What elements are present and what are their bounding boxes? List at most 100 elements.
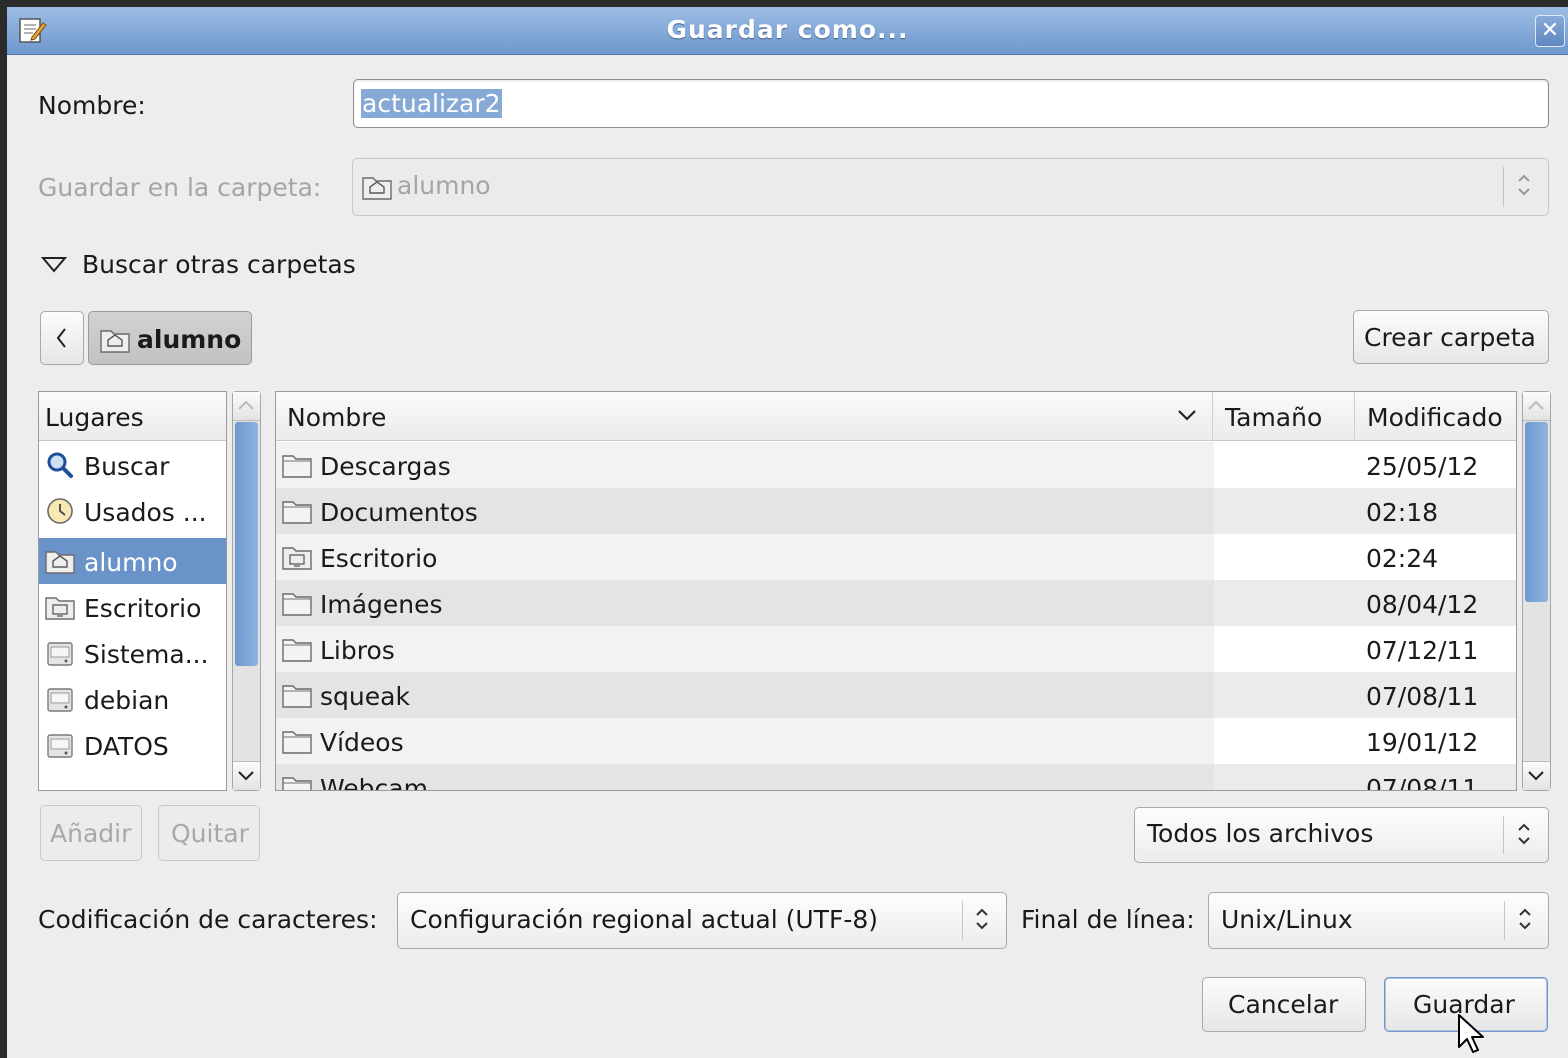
file-name: Documentos [320, 498, 478, 527]
line-ending-label: Final de línea: [1021, 905, 1195, 934]
home-folder-icon [361, 172, 393, 202]
remove-place-button[interactable]: Quitar [158, 805, 260, 861]
filename-input[interactable]: actualizar2 [353, 79, 1549, 128]
file-row[interactable]: Libros 07/12/11 [276, 626, 1516, 672]
places-panel: Lugares Buscar Usados ... alumno Escritorio… [38, 391, 227, 791]
scroll-up-button[interactable] [233, 392, 260, 421]
places-item[interactable]: alumno [39, 538, 226, 584]
desktop-folder-icon [281, 542, 313, 572]
file-modified: 25/05/12 [1366, 452, 1479, 481]
window-title: Guardar como... [666, 15, 909, 44]
close-icon: ✕ [1540, 18, 1560, 43]
chevron-down-icon [238, 771, 254, 781]
title-bar[interactable]: Guardar como... ✕ [7, 7, 1568, 55]
file-row[interactable]: Imágenes 08/04/12 [276, 580, 1516, 626]
line-ending-combo[interactable]: Unix/Linux [1208, 892, 1549, 949]
chevron-up-icon [1528, 400, 1544, 410]
folder-icon [281, 726, 313, 756]
column-header-size[interactable]: Tamaño [1213, 392, 1355, 440]
cancel-button[interactable]: Cancelar [1202, 977, 1366, 1032]
file-row[interactable]: Webcam 07/08/11 [276, 764, 1516, 791]
expander-toggle[interactable] [40, 253, 70, 275]
file-name: Webcam [320, 774, 428, 791]
file-row[interactable]: Vídeos 19/01/12 [276, 718, 1516, 764]
file-modified: 07/08/11 [1366, 774, 1479, 791]
updown-arrows-icon [1514, 170, 1534, 200]
file-modified: 02:24 [1366, 544, 1439, 573]
places-scrollbar[interactable] [232, 391, 261, 791]
file-row[interactable]: Escritorio 02:24 [276, 534, 1516, 580]
file-name: squeak [320, 682, 410, 711]
folder-icon [281, 588, 313, 618]
file-filter-value: Todos los archivos [1147, 819, 1374, 848]
filename-value: actualizar2 [361, 89, 502, 118]
places-item[interactable]: Buscar [39, 442, 226, 488]
save-as-dialog: Guardar como... ✕ Nombre: actualizar2 Gu… [7, 7, 1568, 1058]
folder-icon [281, 496, 313, 526]
search-icon [44, 450, 76, 480]
desktop-folder-icon [44, 592, 76, 622]
file-scroll-up-button[interactable] [1523, 392, 1550, 421]
places-item-label: Escritorio [84, 594, 202, 623]
drive-icon [44, 684, 76, 714]
places-item-label: debian [84, 686, 170, 715]
places-item-label: alumno [84, 548, 178, 577]
file-filter-combo[interactable]: Todos los archivos [1134, 807, 1549, 863]
updown-arrows-icon [1514, 819, 1534, 849]
scroll-down-button[interactable] [233, 761, 260, 790]
folder-icon [281, 450, 313, 480]
file-row[interactable]: Documentos 02:18 [276, 488, 1516, 534]
file-row[interactable]: squeak 07/08/11 [276, 672, 1516, 718]
folder-icon [281, 634, 313, 664]
places-item[interactable]: Usados ... [39, 488, 226, 534]
places-item[interactable]: DATOS [39, 722, 226, 768]
path-back-button[interactable] [40, 311, 84, 365]
file-modified: 08/04/12 [1366, 590, 1479, 619]
home-folder-icon [44, 546, 76, 576]
chevron-left-icon [56, 328, 66, 348]
sort-descending-icon [1178, 410, 1196, 421]
column-header-name[interactable]: Nombre [276, 392, 1213, 440]
close-button[interactable]: ✕ [1535, 15, 1565, 47]
file-modified: 07/08/11 [1366, 682, 1479, 711]
column-header-modified[interactable]: Modificado [1355, 392, 1516, 440]
folder-icon [281, 680, 313, 710]
places-item-label: Usados ... [84, 498, 207, 527]
file-name: Descargas [320, 452, 451, 481]
drive-icon [44, 638, 76, 668]
drive-icon [44, 730, 76, 760]
file-scroll-down-button[interactable] [1523, 761, 1550, 790]
file-list-scrollbar[interactable] [1522, 391, 1551, 791]
line-ending-value: Unix/Linux [1221, 905, 1353, 934]
places-scroll-thumb[interactable] [235, 422, 258, 666]
places-item[interactable]: debian [39, 676, 226, 722]
file-modified: 19/01/12 [1366, 728, 1479, 757]
name-label: Nombre: [38, 91, 146, 120]
updown-arrows-icon [972, 904, 992, 934]
places-item-label: DATOS [84, 732, 169, 761]
chevron-down-icon [1528, 771, 1544, 781]
create-folder-button[interactable]: Crear carpeta [1353, 310, 1549, 364]
recent-icon [44, 496, 76, 526]
path-button-alumno[interactable]: alumno [88, 311, 252, 365]
file-name: Escritorio [320, 544, 438, 573]
file-row[interactable]: Descargas 25/05/12 [276, 442, 1516, 488]
file-list-panel: Nombre Tamaño Modificado Descargas 25/05/… [275, 391, 1517, 791]
file-modified: 02:18 [1366, 498, 1439, 527]
places-header[interactable]: Lugares [39, 392, 226, 441]
encoding-label: Codificación de caracteres: [38, 905, 378, 934]
file-name: Imágenes [320, 590, 443, 619]
save-folder-combo[interactable]: alumno [352, 158, 1549, 216]
file-modified: 07/12/11 [1366, 636, 1479, 665]
file-scroll-thumb[interactable] [1525, 422, 1548, 602]
path-current-label: alumno [137, 325, 242, 354]
save-folder-label: Guardar en la carpeta: [38, 173, 322, 202]
browse-folders-label[interactable]: Buscar otras carpetas [82, 250, 356, 279]
places-item[interactable]: Escritorio [39, 584, 226, 630]
home-folder-icon [99, 325, 131, 355]
encoding-combo[interactable]: Configuración regional actual (UTF-8) [397, 892, 1007, 949]
places-item[interactable]: Sistema... [39, 630, 226, 676]
mouse-pointer-icon [1458, 1014, 1484, 1053]
triangle-down-icon [40, 257, 68, 273]
add-place-button[interactable]: Añadir [40, 805, 142, 861]
